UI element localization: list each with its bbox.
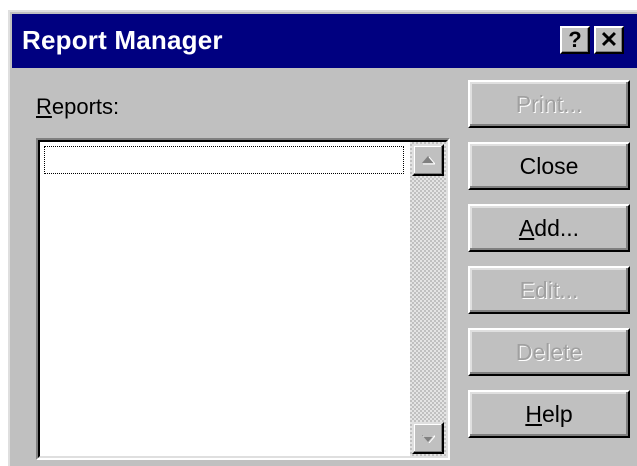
help-icon: ? xyxy=(568,27,582,52)
print-button[interactable]: Print... xyxy=(468,80,630,128)
delete-button[interactable]: Delete xyxy=(468,328,630,376)
window-title: Report Manager xyxy=(22,25,223,55)
reports-label: Reports: xyxy=(36,94,120,119)
vertical-scrollbar[interactable] xyxy=(410,142,446,456)
help-title-button[interactable]: ? xyxy=(560,26,590,54)
add-button[interactable]: Add... xyxy=(468,204,630,252)
help-button[interactable]: Help xyxy=(468,390,630,438)
scroll-down-icon xyxy=(422,435,435,443)
reports-listbox[interactable] xyxy=(36,138,450,460)
scroll-down-button[interactable] xyxy=(412,422,444,454)
close-title-button[interactable]: ✕ xyxy=(594,26,624,54)
title-bar[interactable]: Report Manager ? ✕ xyxy=(12,14,637,68)
reports-listbox-inner xyxy=(38,140,448,458)
close-icon: ✕ xyxy=(599,27,619,52)
list-focus-row[interactable] xyxy=(44,146,404,174)
scroll-up-button[interactable] xyxy=(412,144,444,176)
report-manager-dialog: Report Manager ? ✕ Reports: Print... Clo… xyxy=(8,10,637,466)
scroll-up-icon xyxy=(422,156,435,165)
edit-button[interactable]: Edit... xyxy=(468,266,630,314)
close-button[interactable]: Close xyxy=(468,142,630,190)
